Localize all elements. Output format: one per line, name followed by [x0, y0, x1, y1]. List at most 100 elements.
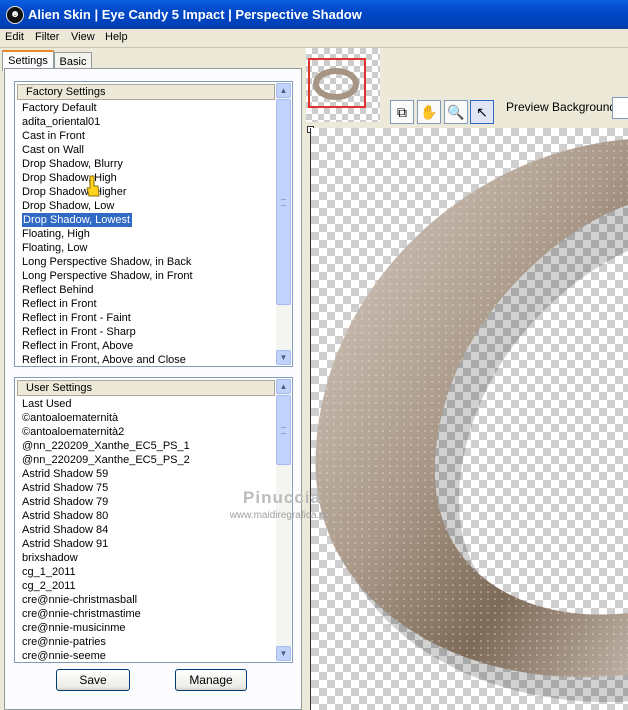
list-item[interactable]: cg_1_2011 — [21, 565, 275, 579]
list-item[interactable]: Reflect Behind — [21, 283, 275, 297]
menu-edit[interactable]: Edit — [5, 31, 24, 43]
list-item-label: Astrid Shadow 91 — [22, 538, 109, 550]
zoom-icon[interactable]: 🔍 — [444, 100, 468, 124]
view-frame[interactable] — [308, 58, 366, 108]
factory-settings-header: Factory Settings — [17, 84, 275, 100]
list-item-label: cre@nnie-christmastime — [22, 608, 141, 620]
list-item-label: Drop Shadow, Blurry — [22, 158, 123, 170]
list-item[interactable]: Long Perspective Shadow, in Front — [21, 269, 275, 283]
preview-background-label: Preview Background: — [506, 100, 620, 114]
list-item[interactable]: Drop Shadow, High — [21, 171, 275, 185]
list-item[interactable]: @nn_220209_Xanthe_EC5_PS_2 — [21, 453, 275, 467]
list-item[interactable]: Astrid Shadow 59 — [21, 467, 275, 481]
pointer-arrow-icon[interactable]: ↖ — [470, 100, 494, 124]
list-item[interactable]: Floating, High — [21, 227, 275, 241]
list-item[interactable]: ©antoaloematernità — [21, 411, 275, 425]
list-item[interactable]: adita_oriental01 — [21, 115, 275, 129]
menu-help[interactable]: Help — [105, 31, 128, 43]
preview-background-select[interactable] — [612, 97, 628, 119]
scroll-thumb[interactable] — [276, 395, 291, 465]
list-item[interactable]: Factory Default — [21, 101, 275, 115]
list-item[interactable]: cre@nnie-seeme — [21, 649, 275, 662]
list-item[interactable]: Astrid Shadow 84 — [21, 523, 275, 537]
scroll-up-icon[interactable]: ▲ — [276, 379, 291, 394]
list-item-label: adita_oriental01 — [22, 116, 101, 128]
list-item-label: cre@nnie-musicinme — [22, 622, 126, 634]
list-item-label: Last Used — [22, 398, 72, 410]
list-item-label: cre@nnie-seeme — [22, 650, 106, 662]
title-bar: ☻ Alien Skin | Eye Candy 5 Impact | Pers… — [0, 0, 628, 29]
hand-cursor-icon — [86, 175, 100, 197]
list-item[interactable]: brixshadow — [21, 551, 275, 565]
list-item-label: cre@nnie-christmasball — [22, 594, 138, 606]
navigate-icon[interactable]: ⧉ — [390, 100, 414, 124]
navigator-thumbnail[interactable] — [306, 48, 380, 122]
list-item-label: Drop Shadow, Higher — [22, 186, 127, 198]
list-item[interactable]: Last Used — [21, 397, 275, 411]
preview-canvas[interactable] — [310, 128, 628, 710]
alien-skin-logo-icon: ☻ — [6, 6, 24, 24]
list-item[interactable]: Drop Shadow, Lowest — [21, 213, 275, 227]
list-item[interactable]: cre@nnie-christmastime — [21, 607, 275, 621]
list-item-label: Reflect in Front - Faint — [22, 312, 131, 324]
list-item-label: brixshadow — [22, 552, 78, 564]
list-item[interactable]: Drop Shadow, Higher — [21, 185, 275, 199]
scroll-down-icon[interactable]: ▼ — [276, 350, 291, 365]
list-item[interactable]: @nn_220209_Xanthe_EC5_PS_1 — [21, 439, 275, 453]
factory-scrollbar[interactable]: ▲ ▼ — [276, 83, 291, 365]
list-item[interactable]: Astrid Shadow 91 — [21, 537, 275, 551]
list-item-label: Astrid Shadow 84 — [22, 524, 109, 536]
list-item[interactable]: cg_2_2011 — [21, 579, 275, 593]
list-item-label: Factory Default — [22, 102, 97, 114]
list-item[interactable]: Cast in Front — [21, 129, 275, 143]
list-item-label: Reflect in Front — [22, 298, 97, 310]
save-button[interactable]: Save — [56, 669, 130, 691]
menu-filter[interactable]: Filter — [35, 31, 59, 43]
scroll-thumb[interactable] — [276, 99, 291, 305]
list-item-label: Drop Shadow, Lowest — [22, 213, 133, 227]
list-item-label: cre@nnie-patries — [22, 636, 106, 648]
list-item-label: cg_2_2011 — [22, 580, 76, 592]
list-item-label: Long Perspective Shadow, in Back — [22, 256, 192, 268]
list-item[interactable]: Drop Shadow, Low — [21, 199, 275, 213]
list-item-label: Cast in Front — [22, 130, 85, 142]
list-item[interactable]: cre@nnie-patries — [21, 635, 275, 649]
settings-panel: Factory Settings Factory Default adita_or… — [4, 68, 302, 710]
list-item[interactable]: Reflect in Front — [21, 297, 275, 311]
list-item[interactable]: Reflect in Front - Faint — [21, 311, 275, 325]
watermark-name: Pinuccia — [243, 488, 321, 507]
factory-settings-list[interactable]: Factory Settings Factory Default adita_or… — [14, 81, 293, 367]
list-item[interactable]: Reflect in Front, Above and Close — [21, 353, 275, 366]
manage-button[interactable]: Manage — [175, 669, 247, 691]
list-item-label: Reflect in Front, Above and Close — [22, 354, 186, 366]
menu-view[interactable]: View — [71, 31, 95, 43]
watermark-site: www.maidiregrafica.eu — [229, 510, 331, 521]
list-item[interactable]: ©antoaloematernità2 — [21, 425, 275, 439]
list-item-label: Floating, Low — [22, 242, 88, 254]
list-item-label: cg_1_2011 — [22, 566, 76, 578]
list-item-label: Floating, High — [22, 228, 90, 240]
list-item[interactable]: Reflect in Front - Sharp — [21, 325, 275, 339]
list-item-label: @nn_220209_Xanthe_EC5_PS_2 — [22, 454, 190, 466]
list-item-label: Astrid Shadow 75 — [22, 482, 109, 494]
list-item-label: Drop Shadow, Low — [22, 200, 115, 212]
user-settings-header: User Settings — [17, 380, 275, 396]
scroll-up-icon[interactable]: ▲ — [276, 83, 291, 98]
list-item[interactable]: cre@nnie-musicinme — [21, 621, 275, 635]
list-item[interactable]: cre@nnie-christmasball — [21, 593, 275, 607]
list-item[interactable]: Floating, Low — [21, 241, 275, 255]
list-item-label: Astrid Shadow 59 — [22, 468, 109, 480]
list-item[interactable]: Drop Shadow, Blurry — [21, 157, 275, 171]
hand-pan-icon[interactable]: ✋ — [417, 100, 441, 124]
list-item[interactable]: Reflect in Front, Above — [21, 339, 275, 353]
menu-bar: Edit Filter View Help — [0, 29, 628, 48]
user-settings-items: Last Used ©antoaloematernità ©antoaloemate… — [21, 397, 275, 662]
window-title: Alien Skin | Eye Candy 5 Impact | Perspe… — [28, 7, 362, 22]
list-item-label: Long Perspective Shadow, in Front — [22, 270, 193, 282]
list-item-label: Cast on Wall — [22, 144, 84, 156]
list-item[interactable]: Long Perspective Shadow, in Back — [21, 255, 275, 269]
list-item-label: ©antoaloematernità2 — [22, 426, 125, 438]
list-item-label: Reflect Behind — [22, 284, 94, 296]
list-item[interactable]: Cast on Wall — [21, 143, 275, 157]
scroll-down-icon[interactable]: ▼ — [276, 646, 291, 661]
